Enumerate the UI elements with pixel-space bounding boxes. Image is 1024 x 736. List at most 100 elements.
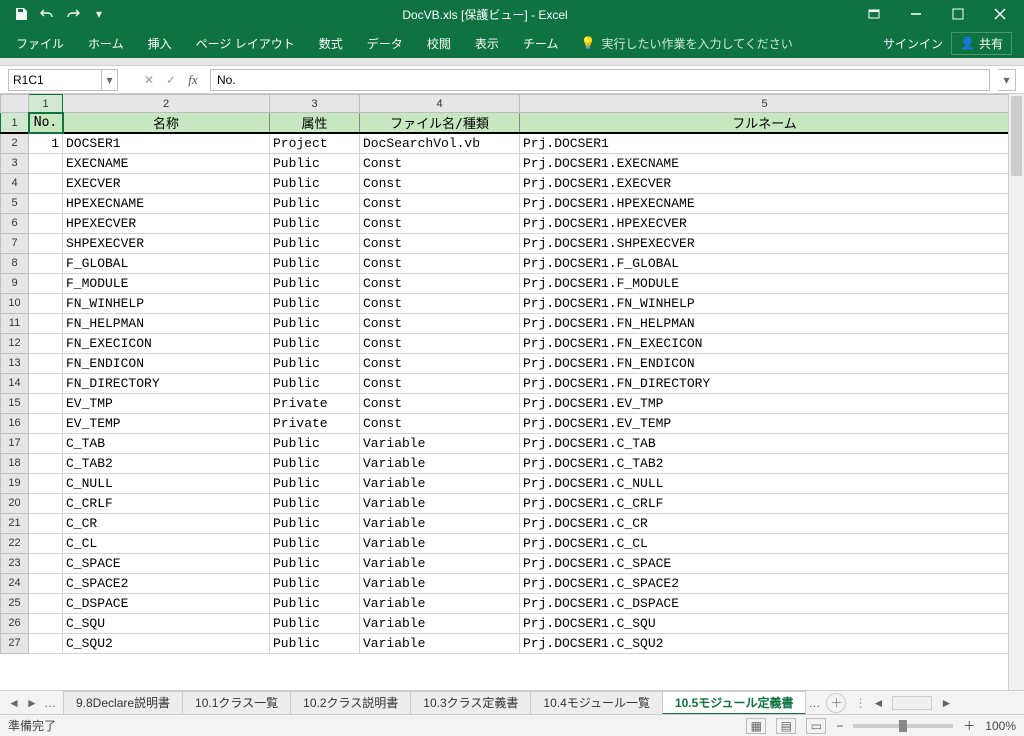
- cell[interactable]: Const: [360, 293, 520, 313]
- row-header[interactable]: 3: [1, 153, 29, 173]
- cell[interactable]: EXECNAME: [63, 153, 270, 173]
- cell[interactable]: C_NULL: [63, 473, 270, 493]
- cell[interactable]: [29, 293, 63, 313]
- cell[interactable]: Prj.DOCSER1.C_SQU2: [520, 633, 1009, 653]
- cell[interactable]: C_TAB: [63, 433, 270, 453]
- row-header[interactable]: 18: [1, 453, 29, 473]
- cell[interactable]: Private: [270, 393, 360, 413]
- cell[interactable]: Prj.DOCSER1.C_SPACE: [520, 553, 1009, 573]
- cell[interactable]: Public: [270, 573, 360, 593]
- cell[interactable]: Public: [270, 593, 360, 613]
- cell[interactable]: Public: [270, 453, 360, 473]
- cell[interactable]: Variable: [360, 533, 520, 553]
- horizontal-scrollbar[interactable]: [892, 696, 932, 710]
- cell[interactable]: Public: [270, 613, 360, 633]
- row-header[interactable]: 20: [1, 493, 29, 513]
- cell[interactable]: Public: [270, 313, 360, 333]
- cell[interactable]: [29, 353, 63, 373]
- vertical-scrollbar[interactable]: [1008, 94, 1024, 690]
- cell[interactable]: Prj.DOCSER1.EV_TMP: [520, 393, 1009, 413]
- cell[interactable]: Public: [270, 273, 360, 293]
- tab-split-handle[interactable]: ⋮: [854, 696, 866, 710]
- cell[interactable]: HPEXECVER: [63, 213, 270, 233]
- cell[interactable]: [29, 233, 63, 253]
- cell[interactable]: Prj.DOCSER1.SHPEXECVER: [520, 233, 1009, 253]
- cell[interactable]: Const: [360, 193, 520, 213]
- col-header[interactable]: 5: [520, 95, 1009, 113]
- cell[interactable]: フルネーム: [520, 113, 1009, 134]
- cell[interactable]: [29, 373, 63, 393]
- cell[interactable]: EV_TMP: [63, 393, 270, 413]
- cell[interactable]: [29, 473, 63, 493]
- cell[interactable]: C_TAB2: [63, 453, 270, 473]
- spreadsheet-grid[interactable]: 1 2 3 4 5 1No.名称属性ファイル名/種類フルネーム21DOCSER1…: [0, 94, 1008, 690]
- cell[interactable]: Prj.DOCSER1: [520, 133, 1009, 153]
- cell[interactable]: Variable: [360, 573, 520, 593]
- ribbon-tab[interactable]: チーム: [511, 28, 571, 58]
- cell[interactable]: Const: [360, 233, 520, 253]
- ribbon-tab[interactable]: 表示: [463, 28, 511, 58]
- cell[interactable]: EV_TEMP: [63, 413, 270, 433]
- ribbon-tab[interactable]: 挿入: [136, 28, 184, 58]
- cell[interactable]: Prj.DOCSER1.HPEXECNAME: [520, 193, 1009, 213]
- cell[interactable]: Prj.DOCSER1.FN_DIRECTORY: [520, 373, 1009, 393]
- page-break-view-icon[interactable]: ▭: [806, 718, 826, 734]
- cell[interactable]: DOCSER1: [63, 133, 270, 153]
- cell[interactable]: Public: [270, 513, 360, 533]
- row-header[interactable]: 19: [1, 473, 29, 493]
- sheet-tab[interactable]: 9.8Declare説明書: [63, 691, 183, 715]
- row-header[interactable]: 21: [1, 513, 29, 533]
- hscroll-left-icon[interactable]: ◄: [870, 695, 886, 711]
- cell[interactable]: Prj.DOCSER1.F_MODULE: [520, 273, 1009, 293]
- cell[interactable]: Variable: [360, 493, 520, 513]
- row-header[interactable]: 15: [1, 393, 29, 413]
- cell[interactable]: Prj.DOCSER1.C_SQU: [520, 613, 1009, 633]
- cell[interactable]: [29, 593, 63, 613]
- row-header[interactable]: 6: [1, 213, 29, 233]
- cell[interactable]: HPEXECNAME: [63, 193, 270, 213]
- cell[interactable]: Variable: [360, 553, 520, 573]
- cell[interactable]: Public: [270, 253, 360, 273]
- cell[interactable]: Const: [360, 393, 520, 413]
- cell[interactable]: Public: [270, 233, 360, 253]
- cell[interactable]: FN_WINHELP: [63, 293, 270, 313]
- cell[interactable]: No.: [29, 113, 63, 134]
- cell[interactable]: Prj.DOCSER1.C_CR: [520, 513, 1009, 533]
- cell[interactable]: FN_HELPMAN: [63, 313, 270, 333]
- cell[interactable]: Variable: [360, 453, 520, 473]
- cell[interactable]: Variable: [360, 633, 520, 653]
- cell[interactable]: Prj.DOCSER1.FN_WINHELP: [520, 293, 1009, 313]
- zoom-in-button[interactable]: ＋: [963, 717, 975, 734]
- cell[interactable]: Prj.DOCSER1.FN_HELPMAN: [520, 313, 1009, 333]
- cell[interactable]: 属性: [270, 113, 360, 134]
- row-header[interactable]: 17: [1, 433, 29, 453]
- cell[interactable]: Variable: [360, 613, 520, 633]
- row-header[interactable]: 16: [1, 413, 29, 433]
- save-icon[interactable]: [12, 5, 30, 23]
- row-header[interactable]: 4: [1, 173, 29, 193]
- select-all-corner[interactable]: [1, 95, 29, 113]
- cell[interactable]: Const: [360, 333, 520, 353]
- row-header[interactable]: 11: [1, 313, 29, 333]
- row-header[interactable]: 9: [1, 273, 29, 293]
- maximize-button[interactable]: [938, 0, 978, 28]
- row-header[interactable]: 7: [1, 233, 29, 253]
- qat-customize-icon[interactable]: ▾: [90, 5, 108, 23]
- tab-scroll-left-icon[interactable]: ◄: [6, 695, 22, 711]
- enter-formula-icon[interactable]: ✓: [160, 69, 182, 91]
- row-header[interactable]: 8: [1, 253, 29, 273]
- cell[interactable]: DocSearchVol.vb: [360, 133, 520, 153]
- cell[interactable]: Const: [360, 173, 520, 193]
- sheet-tab[interactable]: 10.2クラス説明書: [290, 691, 411, 715]
- cell[interactable]: C_DSPACE: [63, 593, 270, 613]
- cell[interactable]: Prj.DOCSER1.FN_EXECICON: [520, 333, 1009, 353]
- cell[interactable]: Const: [360, 373, 520, 393]
- cell[interactable]: Public: [270, 433, 360, 453]
- col-header[interactable]: 3: [270, 95, 360, 113]
- cell[interactable]: [29, 453, 63, 473]
- cell[interactable]: [29, 393, 63, 413]
- cell[interactable]: Prj.DOCSER1.EV_TEMP: [520, 413, 1009, 433]
- row-header[interactable]: 24: [1, 573, 29, 593]
- formula-expand-icon[interactable]: ▾: [998, 69, 1016, 91]
- cell[interactable]: [29, 613, 63, 633]
